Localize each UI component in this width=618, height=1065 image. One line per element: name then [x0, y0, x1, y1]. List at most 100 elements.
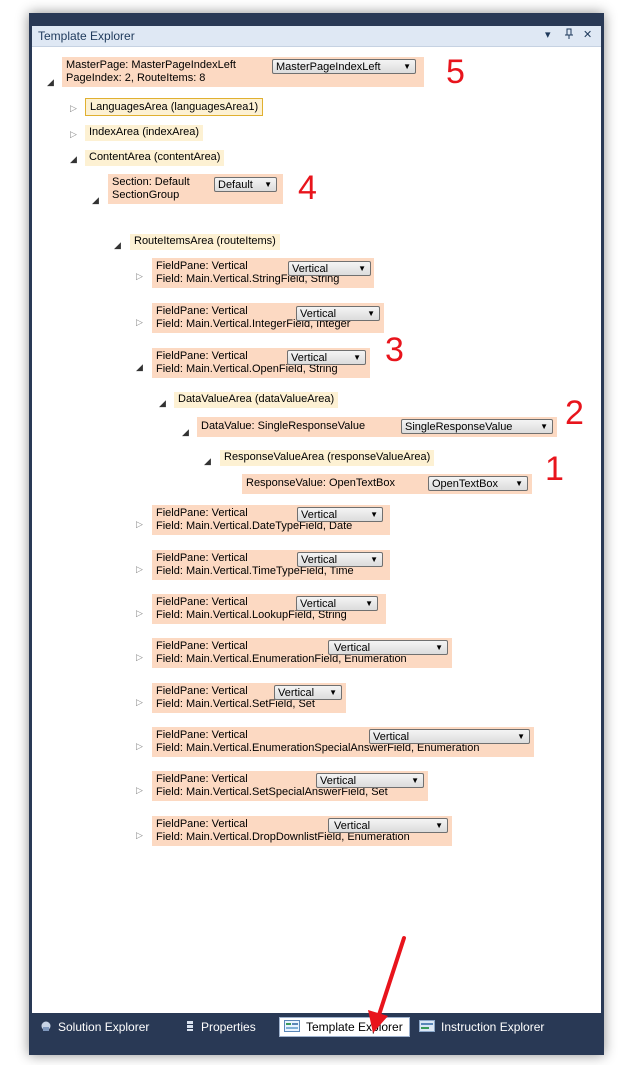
collapse-arrow-icon[interactable]: ◢	[114, 240, 121, 250]
chevron-down-icon: ▼	[370, 555, 378, 564]
field-pane-dropdown[interactable]: Vertical ▼	[328, 640, 448, 655]
chevron-down-icon: ▼	[353, 353, 361, 362]
dropdown-value: Vertical	[301, 554, 338, 566]
tab-label: Instruction Explorer	[441, 1020, 545, 1034]
panel-title: Template Explorer	[38, 29, 135, 43]
field-pane-dropdown[interactable]: Vertical ▼	[369, 729, 530, 744]
data-value-dropdown[interactable]: SingleResponseValue ▼	[401, 419, 553, 434]
node-label: LanguagesArea (languagesArea1)	[90, 101, 259, 113]
node-label: RouteItemsArea (routeItems)	[134, 235, 276, 247]
chevron-down-icon: ▼	[540, 422, 548, 431]
expand-arrow-icon[interactable]: ▷	[136, 697, 143, 707]
dropdown-value: MasterPageIndexLeft	[276, 61, 381, 73]
chevron-down-icon: ▼	[411, 776, 419, 785]
expand-arrow-icon[interactable]: ▷	[136, 271, 143, 281]
collapse-arrow-icon[interactable]: ◢	[204, 456, 211, 466]
annotation-arrow	[368, 936, 406, 1033]
field-pane-dropdown[interactable]: Vertical ▼	[316, 773, 424, 788]
annotation-number-5: 5	[446, 53, 465, 91]
chevron-down-icon: ▼	[365, 599, 373, 608]
instruction-explorer-icon	[419, 1019, 435, 1037]
pin-icon[interactable]	[564, 28, 574, 43]
tree-node-index-area[interactable]: IndexArea (indexArea)	[85, 125, 204, 141]
field-pane-dropdown[interactable]: Vertical ▼	[288, 261, 371, 276]
tree-node-data-value-area[interactable]: DataValueArea (dataValueArea)	[174, 392, 339, 408]
chevron-down-icon: ▼	[367, 309, 375, 318]
window-position-dropdown-icon[interactable]: ▾	[545, 28, 551, 41]
chevron-down-icon: ▼	[329, 688, 337, 697]
collapse-arrow-icon[interactable]: ◢	[92, 195, 99, 205]
annotation-number-2: 2	[565, 394, 584, 432]
collapse-arrow-icon[interactable]: ◢	[47, 77, 54, 87]
tab-instruction-explorer[interactable]: Instruction Explorer	[419, 1018, 544, 1036]
tab-properties[interactable]: Properties	[185, 1018, 256, 1036]
chevron-down-icon: ▼	[264, 180, 272, 189]
dropdown-value: SingleResponseValue	[405, 421, 513, 433]
masterpage-dropdown[interactable]: MasterPageIndexLeft ▼	[272, 59, 416, 74]
dropdown-value: Vertical	[373, 731, 410, 743]
properties-icon	[185, 1019, 195, 1037]
annotation-number-1: 1	[545, 450, 564, 488]
dropdown-value: Vertical	[300, 308, 337, 320]
expand-arrow-icon[interactable]: ▷	[136, 830, 143, 840]
node-label: IndexArea (indexArea)	[89, 126, 200, 138]
field-pane-dropdown[interactable]: Vertical ▼	[274, 685, 342, 700]
expand-arrow-icon[interactable]: ▷	[136, 652, 143, 662]
tool-window-tabs: Solution Explorer Properties Template Ex…	[32, 1014, 601, 1040]
dropdown-value: Vertical	[334, 820, 371, 832]
expand-arrow-icon[interactable]: ▷	[136, 608, 143, 618]
tree-node-languages-area[interactable]: LanguagesArea (languagesArea1)	[85, 98, 264, 116]
collapse-arrow-icon[interactable]: ◢	[70, 154, 77, 164]
node-label: ResponseValueArea (responseValueArea)	[224, 451, 431, 463]
annotation-number-4: 4	[298, 169, 317, 207]
dropdown-value: Vertical	[301, 509, 338, 521]
template-explorer-icon	[284, 1019, 300, 1037]
field-pane-dropdown[interactable]: Vertical ▼	[296, 596, 378, 611]
chevron-down-icon: ▼	[515, 479, 523, 488]
chevron-down-icon: ▼	[370, 510, 378, 519]
tree-node-route-items-area[interactable]: RouteItemsArea (routeItems)	[130, 234, 280, 250]
field-pane-dropdown[interactable]: Vertical ▼	[287, 350, 366, 365]
expand-arrow-icon[interactable]: ▷	[70, 103, 77, 113]
expand-arrow-icon[interactable]: ▷	[136, 519, 143, 529]
section-dropdown[interactable]: Default ▼	[214, 177, 277, 192]
tree-node-response-value-area[interactable]: ResponseValueArea (responseValueArea)	[220, 450, 435, 466]
collapse-arrow-icon[interactable]: ◢	[136, 362, 143, 372]
dropdown-value: OpenTextBox	[432, 478, 499, 490]
field-pane-dropdown[interactable]: Vertical ▼	[296, 306, 380, 321]
tab-solution-explorer[interactable]: Solution Explorer	[40, 1018, 149, 1036]
node-label: DataValueArea (dataValueArea)	[178, 393, 335, 405]
dropdown-value: Default	[218, 179, 253, 191]
node-label: ContentArea (contentArea)	[89, 151, 221, 163]
collapse-arrow-icon[interactable]: ◢	[182, 427, 189, 437]
tree-node-content-area[interactable]: ContentArea (contentArea)	[85, 150, 225, 166]
dropdown-value: Vertical	[320, 775, 357, 787]
dropdown-value: Vertical	[291, 352, 328, 364]
dropdown-value: Vertical	[334, 642, 371, 654]
chevron-down-icon: ▼	[403, 62, 411, 71]
annotation-number-3: 3	[385, 331, 404, 369]
node-label: ResponseValue: OpenTextBox	[246, 477, 395, 489]
expand-arrow-icon[interactable]: ▷	[136, 317, 143, 327]
expand-arrow-icon[interactable]: ▷	[70, 129, 77, 139]
node-label: DataValue: SingleResponseValue	[201, 420, 366, 432]
expand-arrow-icon[interactable]: ▷	[136, 741, 143, 751]
field-pane-dropdown[interactable]: Vertical ▼	[328, 818, 448, 833]
expand-arrow-icon[interactable]: ▷	[136, 785, 143, 795]
tab-label: Properties	[201, 1020, 256, 1034]
dropdown-value: Vertical	[278, 687, 315, 699]
dropdown-value: Vertical	[292, 263, 329, 275]
collapse-arrow-icon[interactable]: ◢	[159, 398, 166, 408]
field-pane-dropdown[interactable]: Vertical ▼	[297, 552, 383, 567]
field-pane-dropdown[interactable]: Vertical ▼	[297, 507, 383, 522]
dropdown-value: Vertical	[300, 598, 337, 610]
tab-label: Solution Explorer	[58, 1020, 150, 1034]
chevron-down-icon: ▼	[435, 643, 443, 652]
chevron-down-icon: ▼	[435, 821, 443, 830]
response-value-dropdown[interactable]: OpenTextBox ▼	[428, 476, 528, 491]
panel-titlebar: Template Explorer ▾ ✕	[32, 26, 601, 47]
solution-explorer-icon	[40, 1019, 52, 1037]
expand-arrow-icon[interactable]: ▷	[136, 564, 143, 574]
close-icon[interactable]: ✕	[583, 28, 592, 41]
chevron-down-icon: ▼	[517, 732, 525, 741]
